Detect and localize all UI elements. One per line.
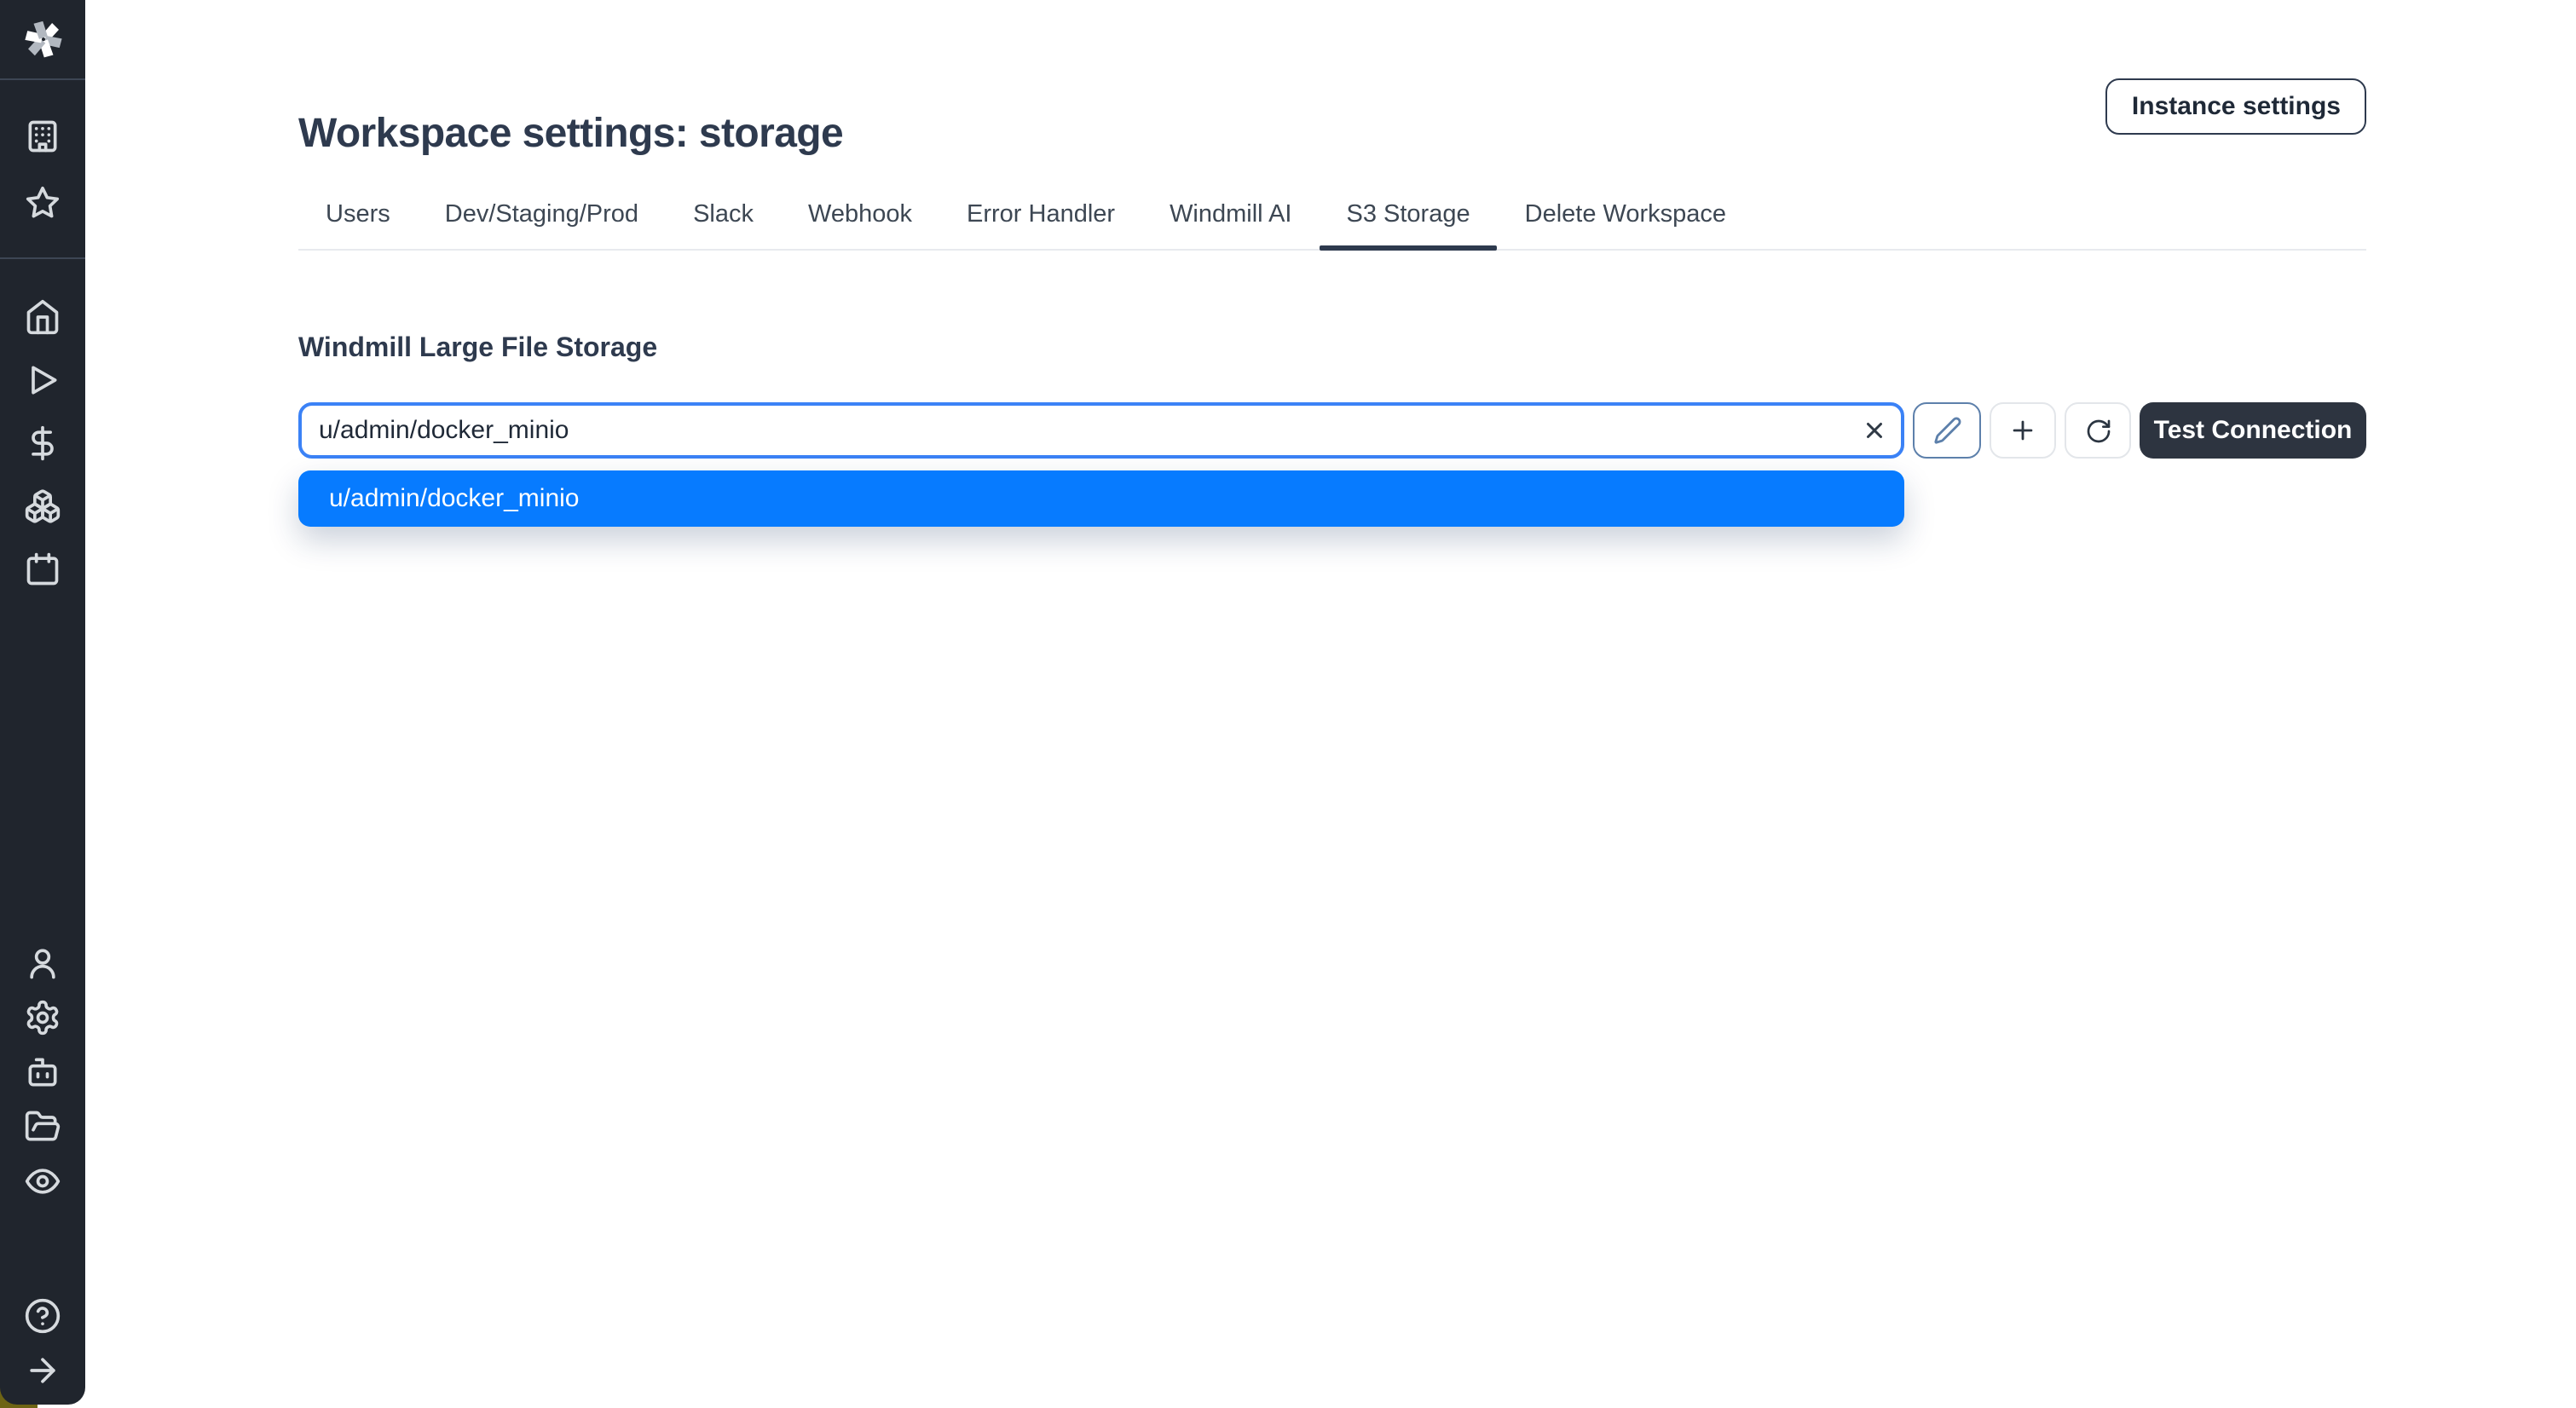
pencil-icon <box>1932 416 1961 445</box>
settings-tabs: Users Dev/Staging/Prod Slack Webhook Err… <box>298 191 2366 251</box>
app-root: Workspace settings: storage Instance set… <box>0 0 2576 1408</box>
storage-resource-row: Test Connection <box>298 402 2366 459</box>
eye-icon[interactable] <box>24 1163 61 1200</box>
plus-icon <box>2008 416 2037 445</box>
tab-s3-storage[interactable]: S3 Storage <box>1320 191 1498 249</box>
active-tab-underline <box>1320 245 1498 251</box>
add-resource-button[interactable] <box>1990 402 2056 459</box>
robot-icon[interactable] <box>24 1053 61 1091</box>
building-icon[interactable] <box>24 118 61 155</box>
edit-resource-button[interactable] <box>1913 402 1981 459</box>
star-icon[interactable] <box>24 184 61 222</box>
refresh-icon <box>2084 417 2111 444</box>
sidebar-divider <box>0 257 85 259</box>
tab-webhook[interactable]: Webhook <box>781 191 939 249</box>
section-heading: Windmill Large File Storage <box>298 334 657 365</box>
settings-icon[interactable] <box>24 999 61 1036</box>
arrow-right-icon[interactable] <box>24 1352 61 1389</box>
tab-delete-workspace[interactable]: Delete Workspace <box>1498 191 1753 249</box>
sidebar <box>0 0 85 1405</box>
calendar-icon[interactable] <box>24 551 61 588</box>
sidebar-divider <box>0 78 85 80</box>
folder-open-icon[interactable] <box>24 1108 61 1145</box>
test-connection-button[interactable]: Test Connection <box>2140 402 2366 459</box>
home-icon[interactable] <box>24 298 61 336</box>
clear-button[interactable] <box>1857 413 1891 447</box>
resource-input-wrap <box>298 402 1904 459</box>
page-title: Workspace settings: storage <box>298 111 843 159</box>
tab-users[interactable]: Users <box>298 191 418 249</box>
tab-slack[interactable]: Slack <box>666 191 781 249</box>
dollar-icon[interactable] <box>24 424 61 462</box>
tab-windmill-ai[interactable]: Windmill AI <box>1142 191 1319 249</box>
s3-resource-input[interactable] <box>298 402 1904 459</box>
tab-dev-staging-prod[interactable]: Dev/Staging/Prod <box>418 191 666 249</box>
resource-dropdown-item-label: u/admin/docker_minio <box>329 484 580 513</box>
tab-s3-storage-label: S3 Storage <box>1347 201 1470 228</box>
refresh-button[interactable] <box>2065 402 2131 459</box>
help-icon[interactable] <box>24 1297 61 1335</box>
play-icon[interactable] <box>24 361 61 399</box>
clear-x-icon <box>1861 418 1886 443</box>
instance-settings-button[interactable]: Instance settings <box>2106 78 2366 135</box>
boxes-icon[interactable] <box>24 488 61 525</box>
user-icon[interactable] <box>24 944 61 982</box>
windmill-logo[interactable] <box>20 15 66 61</box>
resource-dropdown-item[interactable]: u/admin/docker_minio <box>298 470 1904 527</box>
tab-error-handler[interactable]: Error Handler <box>939 191 1142 249</box>
